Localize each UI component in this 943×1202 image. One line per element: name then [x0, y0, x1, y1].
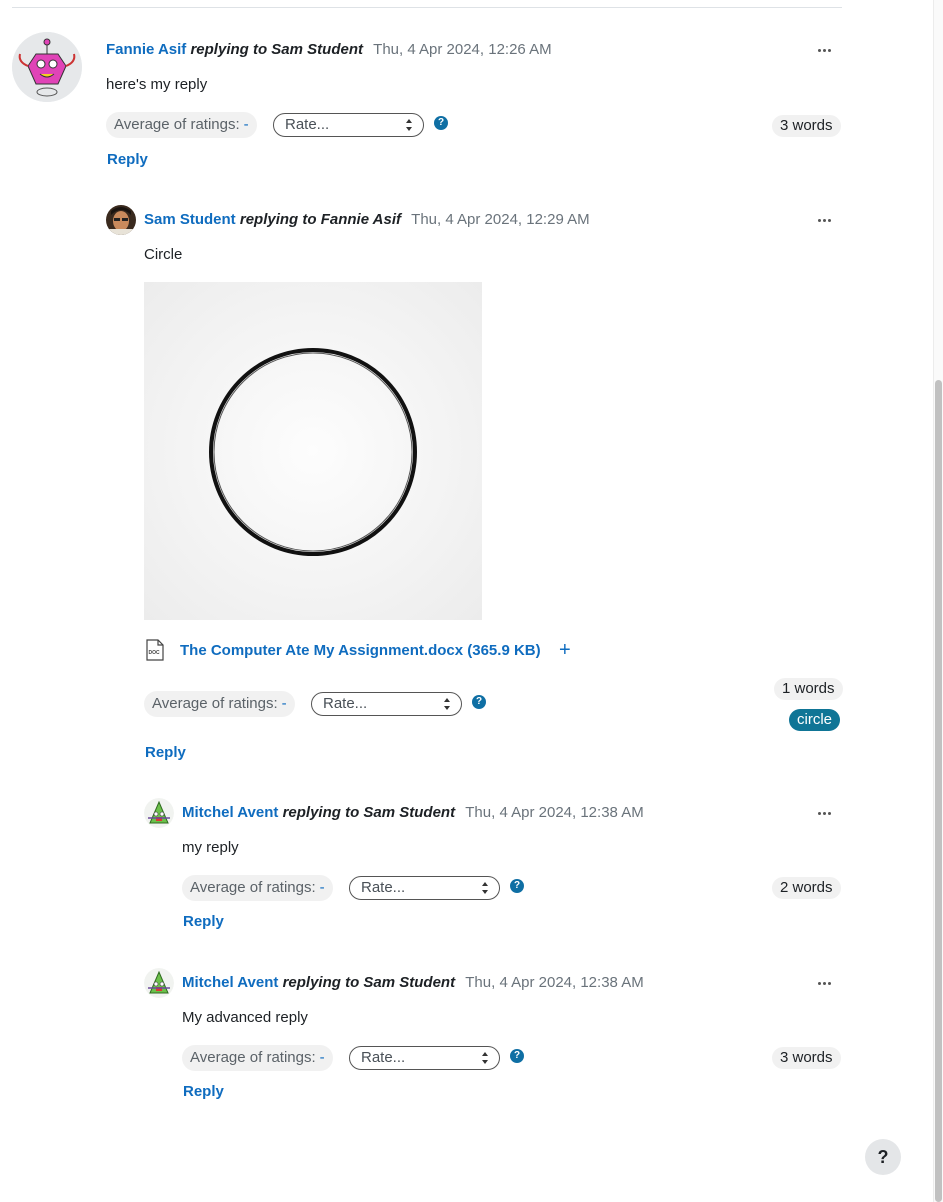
select-arrows-icon [482, 1052, 488, 1064]
rate-select[interactable]: Rate... [311, 692, 462, 716]
post-header: Sam Student replying to Fannie Asif Thu,… [144, 210, 590, 230]
select-arrows-icon [444, 698, 450, 710]
avatar[interactable] [144, 968, 174, 998]
avg-value[interactable]: - [320, 879, 325, 896]
scrollbar-thumb[interactable] [935, 380, 942, 1202]
rate-placeholder: Rate... [323, 695, 368, 712]
replying-to: replying to Fannie Asif [239, 211, 401, 228]
post-date: Thu, 4 Apr 2024, 12:38 AM [465, 974, 644, 991]
rate-select[interactable]: Rate... [349, 1046, 500, 1070]
avatar[interactable] [12, 32, 82, 102]
rate-select[interactable]: Rate... [273, 113, 424, 137]
help-icon[interactable]: ? [472, 695, 486, 709]
page-help-button[interactable]: ? [865, 1139, 901, 1175]
post-date: Thu, 4 Apr 2024, 12:38 AM [465, 804, 644, 821]
avatar-image [12, 32, 82, 102]
scrollbar[interactable] [933, 0, 943, 1202]
avg-label: Average of ratings: [114, 116, 240, 133]
more-actions-icon[interactable] [814, 213, 834, 227]
select-arrows-icon [406, 119, 412, 131]
rate-placeholder: Rate... [285, 116, 330, 133]
post-message: my reply [182, 839, 239, 856]
avg-value[interactable]: - [282, 695, 287, 712]
rate-placeholder: Rate... [361, 1049, 406, 1066]
author-link[interactable]: Mitchel Avent [182, 974, 278, 991]
avg-value[interactable]: - [244, 116, 249, 133]
reply-link[interactable]: Reply [145, 743, 186, 763]
replying-to: replying to Sam Student [190, 41, 363, 58]
tag-badge[interactable]: circle [789, 709, 841, 731]
avg-value[interactable]: - [320, 1049, 325, 1066]
circle-drawing [209, 348, 417, 556]
more-actions-icon[interactable] [814, 976, 834, 990]
help-icon[interactable]: ? [434, 116, 448, 130]
svg-text:DOC: DOC [149, 650, 161, 656]
post-date: Thu, 4 Apr 2024, 12:29 AM [411, 211, 590, 228]
word-count: 3 words [772, 115, 841, 137]
average-rating: Average of ratings: - [144, 691, 295, 717]
rate-placeholder: Rate... [361, 879, 406, 896]
author-link[interactable]: Sam Student [144, 211, 236, 228]
help-icon[interactable]: ? [510, 1049, 524, 1063]
add-plus-icon[interactable]: + [559, 640, 573, 661]
attachment-link[interactable]: The Computer Ate My Assignment.docx (365… [180, 641, 541, 661]
word-count: 3 words [772, 1047, 841, 1069]
reply-link[interactable]: Reply [183, 912, 224, 932]
avatar[interactable] [106, 205, 136, 235]
author-link[interactable]: Mitchel Avent [182, 804, 278, 821]
document-file-icon: DOC [146, 639, 164, 661]
post-header: Mitchel Avent replying to Sam Student Th… [182, 973, 644, 993]
avatar-image [106, 205, 136, 235]
average-rating: Average of ratings: - [106, 112, 257, 138]
embedded-image [144, 282, 482, 620]
post-header: Mitchel Avent replying to Sam Student Th… [182, 803, 644, 823]
post-header: Fannie Asif replying to Sam Student Thu,… [106, 40, 552, 60]
select-arrows-icon [482, 882, 488, 894]
help-icon[interactable]: ? [510, 879, 524, 893]
avg-label: Average of ratings: [190, 1049, 316, 1066]
author-link[interactable]: Fannie Asif [106, 41, 186, 58]
more-actions-icon[interactable] [814, 806, 834, 820]
replying-to: replying to Sam Student [282, 804, 456, 821]
avatar-image [144, 798, 174, 828]
post-message: My advanced reply [182, 1009, 308, 1026]
avatar[interactable] [144, 798, 174, 828]
word-count: 1 words [774, 678, 843, 700]
word-count: 2 words [772, 877, 841, 899]
more-actions-icon[interactable] [814, 43, 834, 57]
rate-select[interactable]: Rate... [349, 876, 500, 900]
avg-label: Average of ratings: [152, 695, 278, 712]
avg-label: Average of ratings: [190, 879, 316, 896]
average-rating: Average of ratings: - [182, 875, 333, 901]
post-date: Thu, 4 Apr 2024, 12:26 AM [373, 41, 552, 58]
average-rating: Average of ratings: - [182, 1045, 333, 1071]
divider [12, 7, 842, 8]
reply-link[interactable]: Reply [107, 150, 148, 170]
reply-link[interactable]: Reply [183, 1082, 224, 1102]
replying-to: replying to Sam Student [282, 974, 456, 991]
post-message: Circle [144, 246, 183, 263]
avatar-image [144, 968, 174, 998]
post-message: here's my reply [106, 76, 208, 93]
